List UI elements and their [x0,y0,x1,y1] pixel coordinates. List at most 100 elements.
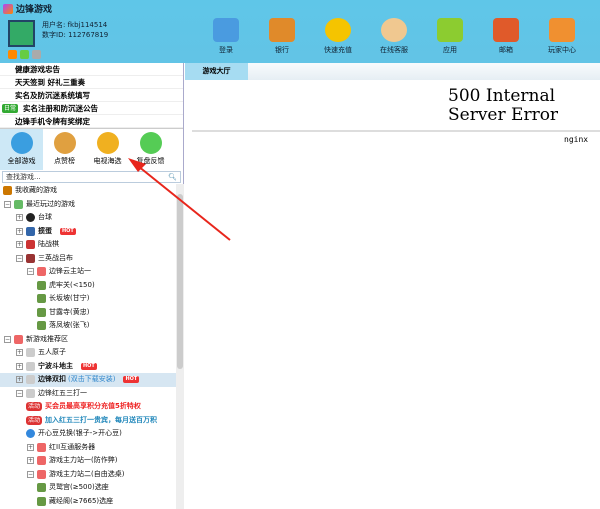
userid-row: 数字ID: 112767819 [42,30,108,40]
door-icon [37,280,46,290]
tree-label: 藏经阁(≥7665)选座 [49,496,114,505]
player-center-button[interactable]: 玩家中心 [534,18,590,55]
content-panel: 游戏大厅 500 Internal Server Error nginx [185,63,600,509]
tree-label: 五人原子 [38,348,66,356]
tree-label: 掼蛋 [38,226,52,235]
tree-label: 三英战吕布 [38,253,73,262]
collapse-icon[interactable]: − [27,268,34,276]
expand-icon[interactable]: + [16,362,23,370]
level-badge-icon[interactable] [8,50,17,59]
mail-button[interactable]: 邮箱 [478,18,534,55]
folder-icon [3,186,12,196]
tree-item[interactable]: + 红ⅠⅠ互通服务器 [0,441,176,455]
game-placeholder-icon [26,388,35,398]
category-tv[interactable]: 电视海选 [86,129,129,170]
wallet-icon [269,18,295,42]
tree-item[interactable]: − 边锋红五三打一 [0,387,176,401]
support-button[interactable]: 在线客服 [366,18,422,55]
tree-label: 灵鹫宫(≥500)选座 [49,483,109,491]
room-item[interactable]: 甘露寺(黄忠) [0,306,176,320]
app-logo-icon [3,3,13,14]
room-item[interactable]: 虎牢关(<150) [0,279,176,293]
expand-icon[interactable]: + [16,349,23,357]
room-item[interactable]: 落凤坡(张飞) [0,319,176,333]
expand-icon[interactable]: + [16,214,23,222]
monitor-icon [213,18,239,42]
collapse-icon[interactable]: − [4,335,11,343]
gift-box-icon [437,18,463,42]
expand-icon[interactable]: + [16,376,23,384]
tree-label: 虎牢关(<150) [49,280,95,289]
tree-item[interactable]: + 边锋双扣 (双击下载安装) HOT [0,373,176,387]
tree-item[interactable]: + 台球 [0,211,176,225]
activity-tag: 活动 [26,415,43,425]
tree-item[interactable]: + 陆战棋 [0,238,176,252]
crown-badge-icon[interactable] [32,50,41,59]
expand-icon[interactable]: + [16,227,23,235]
username: fkbj114514 [67,21,108,29]
mail-label: 邮箱 [499,46,513,54]
collapse-icon[interactable]: − [16,254,23,262]
notice-text: 健康游戏忠告 [15,65,60,74]
tree-item[interactable]: 我收藏的游戏 [0,184,176,198]
notice-item[interactable]: 实名及防沉迷系统填写 [0,89,183,102]
expand-icon[interactable]: + [27,443,34,451]
app-title-text: 边锋游戏 [16,5,53,15]
activity-link[interactable]: 活动 加入红五三打一贵宾，每月送百万积 [0,414,176,428]
door-icon [37,496,46,506]
game-icon [26,253,35,263]
notice-item[interactable]: 天天签到 好礼三重奏 [0,76,183,89]
category-likes[interactable]: 点赞榜 [43,129,86,170]
tree-item[interactable]: + 五人原子 [0,346,176,360]
lock-badge-icon[interactable] [20,50,29,59]
username-label: 用户名: [42,21,66,29]
expand-icon[interactable]: + [27,457,34,465]
error-heading: 500 Internal Server Error [448,86,559,125]
room-item[interactable]: 长坂坡(甘宁) [0,292,176,306]
support-label: 在线客服 [380,46,408,54]
collapse-icon[interactable]: − [4,200,11,208]
tree-item[interactable]: − 最近玩过的游戏 [0,198,176,212]
room-item[interactable]: 藏经阁(≥7665)选座 [0,495,176,509]
house-icon [37,267,46,277]
game-placeholder-icon [26,375,35,385]
tree-scrollbar[interactable] [176,184,184,509]
notice-item[interactable]: 健康游戏忠告 [0,63,183,76]
billiard-icon [26,213,35,223]
tab-game-hall[interactable]: 游戏大厅 [185,63,248,80]
apps-label: 应用 [443,46,457,54]
house-icon [37,442,46,452]
hot-badge: HOT [60,227,76,235]
expand-icon[interactable]: + [16,241,23,249]
collapse-icon[interactable]: − [27,470,34,478]
collapse-icon[interactable]: − [16,389,23,397]
tree-item[interactable]: − 新游戏推荐区 [0,333,176,347]
daily-tag: 日常 [2,104,19,113]
tree-item[interactable]: + 游戏主力站一(防作弊) [0,454,176,468]
recharge-button[interactable]: 快速充值 [310,18,366,55]
category-review[interactable]: 复盘反馈 [129,129,172,170]
login-button[interactable]: 登录 [198,18,254,55]
bank-button[interactable]: 银行 [254,18,310,55]
tree-item[interactable]: + 掼蛋 HOT [0,225,176,239]
notice-item[interactable]: 边锋手机令牌有奖绑定 [0,115,183,128]
app-title: 边锋游戏 [3,2,52,15]
room-item[interactable]: 灵鹫宫(≥500)选座 [0,481,176,495]
bank-label: 银行 [275,46,289,54]
scrollbar-thumb[interactable] [177,194,183,369]
notice-text: 实名及防沉迷系统填写 [15,91,90,100]
house-icon [37,456,46,466]
apps-button[interactable]: 应用 [422,18,478,55]
tree-item[interactable]: − 边锋云主站一 [0,265,176,279]
search-icon[interactable]: 🔍︎ [168,172,177,182]
exchange-link[interactable]: 开心豆兑换(银子->开心豆) [0,427,176,441]
notice-item[interactable]: 日常 实名注册和防沉迷公告 [0,102,183,115]
category-all-games[interactable]: 全部游戏 [0,129,43,170]
tree-item[interactable]: − 三英战吕布 [0,252,176,266]
activity-link[interactable]: 活动 买会员最高享积分充值5折特权 [0,400,176,414]
tree-item[interactable]: − 游戏主力站二(自由选桌) [0,468,176,482]
search-input[interactable]: 查找游戏... 🔍︎ [2,171,181,183]
tree-item[interactable]: + 宁波斗地主 HOT [0,360,176,374]
avatar[interactable] [8,20,35,47]
house-icon [14,334,23,344]
